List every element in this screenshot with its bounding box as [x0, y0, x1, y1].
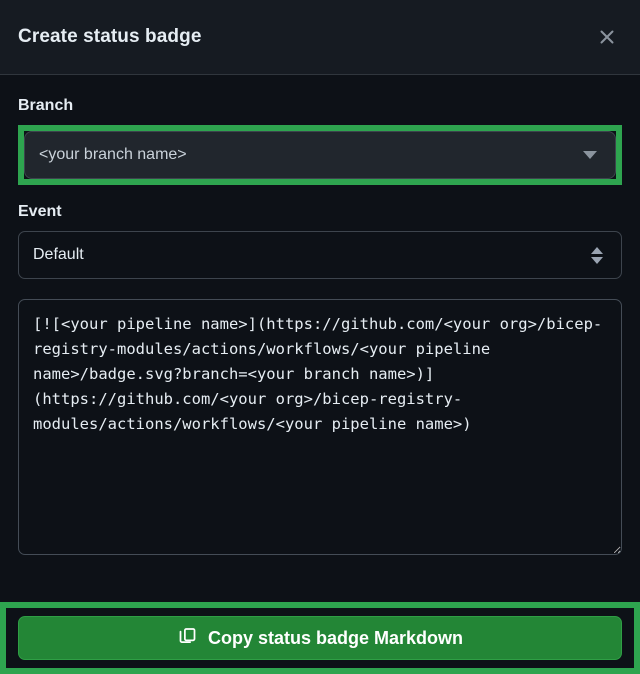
copy-button-label: Copy status badge Markdown	[207, 627, 464, 648]
copy-button-highlight-box: Copy status badge Markdown	[0, 602, 640, 674]
copy-status-badge-markdown-button[interactable]: Copy status badge Markdown	[18, 616, 622, 660]
branch-select[interactable]: <your branch name>	[24, 131, 616, 179]
event-field: Event Default	[18, 203, 622, 279]
event-selected-value: Default	[33, 246, 84, 263]
event-select[interactable]: Default	[18, 231, 622, 279]
markdown-textarea[interactable]	[18, 299, 622, 555]
branch-label: Branch	[18, 97, 74, 114]
chevron-down-icon	[583, 151, 597, 159]
close-button[interactable]	[592, 22, 622, 52]
dialog-header: Create status badge	[0, 0, 640, 75]
up-down-arrows-icon	[591, 246, 603, 264]
branch-selected-value: <your branch name>	[39, 146, 187, 163]
page-title: Create status badge	[18, 26, 202, 47]
close-icon	[597, 27, 617, 47]
dialog-body: Branch <your branch name> Event Default	[0, 75, 640, 555]
branch-highlight-box: <your branch name>	[18, 125, 622, 185]
branch-field: Branch <your branch name>	[18, 97, 622, 185]
event-label: Event	[18, 203, 62, 220]
copy-icon	[177, 625, 198, 651]
